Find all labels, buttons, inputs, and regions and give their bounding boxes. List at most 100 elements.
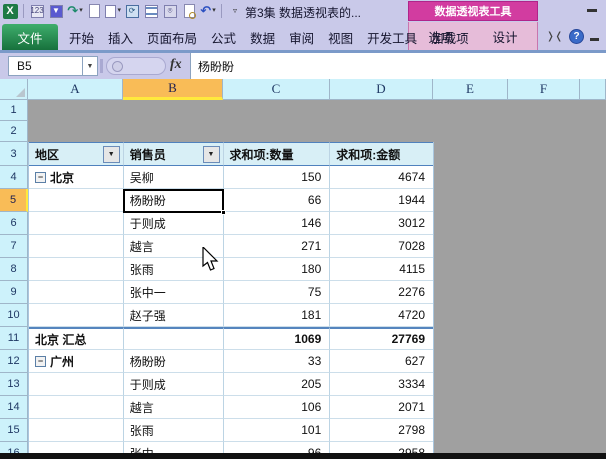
amount-cell[interactable]: 627 [330,350,433,373]
select-all-corner[interactable] [0,79,28,100]
qty-cell[interactable]: 180 [224,258,331,281]
tab-6[interactable]: 审阅 [282,24,321,50]
row-header-7[interactable]: 7 [0,235,28,258]
collapse-ribbon-icon[interactable]: ❭❬ [546,31,563,42]
qty-cell[interactable]: 106 [224,396,331,419]
seller-cell[interactable]: 于则成 [124,373,224,396]
tab-file[interactable]: 文件 [2,24,58,50]
row-header-1[interactable]: 1 [0,100,28,121]
amount-cell[interactable]: 7028 [330,235,433,258]
row-header-3[interactable]: 3 [0,142,28,166]
column-header-partial[interactable] [580,79,606,100]
amount-cell[interactable]: 2071 [330,396,433,419]
row-header-6[interactable]: 6 [0,212,28,235]
region-cell[interactable] [29,235,124,258]
seller-cell[interactable]: 吴柳 [124,166,224,189]
row-header-12[interactable]: 12 [0,350,28,373]
amount-cell[interactable]: 4720 [330,304,433,327]
region-cell[interactable] [29,212,124,235]
new-document-icon[interactable] [86,3,102,19]
amount-cell[interactable]: 27769 [330,327,433,350]
pivot-header-cell[interactable]: 销售员▼ [124,142,224,166]
amount-cell[interactable]: 2276 [330,281,433,304]
row-header-5[interactable]: 5 [0,189,28,212]
row-header-13[interactable]: 13 [0,373,28,396]
column-header-D[interactable]: D [330,79,433,100]
tab-8[interactable]: 开发工具 [360,24,424,50]
region-cell[interactable] [29,419,124,442]
row-header-8[interactable]: 8 [0,258,28,281]
seller-cell[interactable]: 越言 [124,396,224,419]
region-cell[interactable] [29,281,124,304]
row-header-2[interactable]: 2 [0,121,28,142]
pivot-header-cell[interactable]: 地区▼ [29,142,124,166]
qty-cell[interactable]: 66 [224,189,331,212]
tab-7[interactable]: 视图 [321,24,360,50]
filter-dropdown-icon[interactable]: ▼ [103,146,120,163]
amount-cell[interactable]: 4674 [330,166,433,189]
amount-cell[interactable]: 3334 [330,373,433,396]
help-button[interactable]: ? [569,29,584,44]
region-cell[interactable] [29,396,124,419]
column-header-A[interactable]: A [28,79,123,100]
seller-cell[interactable] [124,327,224,350]
more-commands-icon[interactable]: ▿ [227,3,243,19]
row-header-15[interactable]: 15 [0,419,28,442]
pivot-header-cell[interactable]: 求和项:金额 [330,142,433,166]
save-icon[interactable]: ▼ [48,3,64,19]
minimize-button[interactable] [584,4,600,16]
column-header-C[interactable]: C [223,79,330,100]
seller-cell[interactable]: 赵子强 [124,304,224,327]
qty-cell[interactable]: 271 [224,235,331,258]
formula-bar-splitter[interactable] [100,59,103,73]
row-header-9[interactable]: 9 [0,281,28,304]
seller-cell[interactable]: 于则成 [124,212,224,235]
pivot-header-cell[interactable]: 求和项:数量 [224,142,331,166]
column-header-B[interactable]: B [123,79,223,100]
qty-cell[interactable]: 150 [224,166,331,189]
qty-cell[interactable]: 101 [224,419,331,442]
region-cell[interactable] [29,189,124,212]
book-refresh-icon[interactable]: ⟳ [124,3,140,19]
region-cell[interactable] [29,258,124,281]
selected-cell-outline[interactable] [123,189,224,213]
filter-dropdown-icon[interactable]: ▼ [203,146,220,163]
seller-cell[interactable]: 张雨 [124,419,224,442]
seller-cell[interactable]: 杨盼盼 [124,350,224,373]
qty-cell[interactable]: 1069 [224,327,331,350]
tab-2[interactable]: 插入 [101,24,140,50]
amount-cell[interactable]: 3012 [330,212,433,235]
redo-icon[interactable]: ↷▾ [67,3,83,19]
qty-cell[interactable]: 181 [224,304,331,327]
amount-cell[interactable]: 1944 [330,189,433,212]
row-header-4[interactable]: 4 [0,166,28,189]
column-header-F[interactable]: F [508,79,580,100]
column-header-E[interactable]: E [433,79,508,100]
collapse-button[interactable]: − [35,172,46,183]
amount-cell[interactable]: 4115 [330,258,433,281]
collapse-button[interactable]: − [35,356,46,367]
region-cell[interactable]: 北京 汇总 [29,327,124,350]
region-cell[interactable]: −广州 [29,350,124,373]
region-cell[interactable]: −北京 [29,166,124,189]
region-cell[interactable] [29,304,124,327]
qty-cell[interactable]: 205 [224,373,331,396]
contextual-tab-2[interactable]: 设计 [486,27,523,46]
amount-cell[interactable]: 2798 [330,419,433,442]
workbook-minimize-button[interactable] [590,31,602,41]
fill-handle[interactable] [221,210,226,215]
formula-input[interactable]: 杨盼盼 [190,53,606,79]
seller-cell[interactable]: 张中一 [124,281,224,304]
find-icon[interactable]: ⌾ [162,3,178,19]
tab-1[interactable]: 开始 [62,24,101,50]
row-header-11[interactable]: 11 [0,327,28,350]
undo-icon[interactable]: ↶▾ [200,3,216,19]
insert-function-icon[interactable]: fx [170,57,182,73]
tab-9[interactable]: 加载项 [424,24,476,50]
tab-5[interactable]: 数据 [243,24,282,50]
qty-cell[interactable]: 75 [224,281,331,304]
calculator-icon[interactable]: 123 [29,3,45,19]
row-header-14[interactable]: 14 [0,396,28,419]
qty-cell[interactable]: 33 [224,350,331,373]
pivot-table-icon[interactable] [143,3,159,19]
